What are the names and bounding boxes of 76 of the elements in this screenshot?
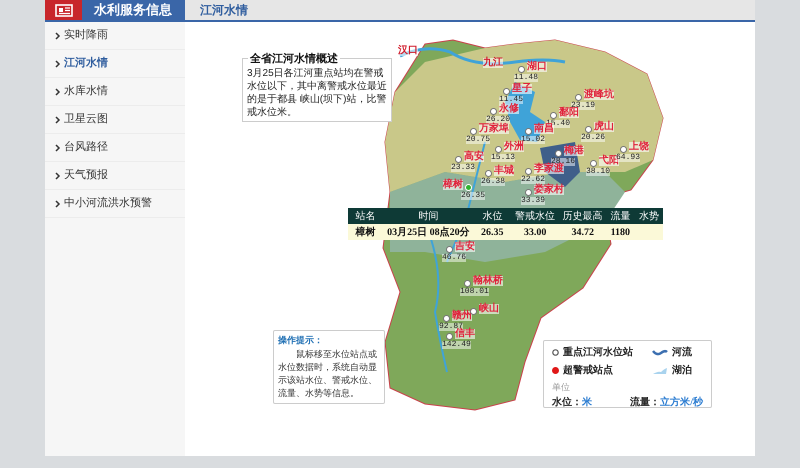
unit-value: 立方米/秒 (660, 395, 703, 410)
unit-label: 水位： (552, 396, 582, 410)
station-name[interactable]: 渡峰坑 (584, 90, 614, 100)
table-cell: 03月25日 08点20分 (383, 224, 474, 240)
table-cell: 26.35 (474, 224, 511, 240)
sidebar-item[interactable]: 台风路径 (45, 134, 185, 162)
sidebar-item[interactable]: 江河水情 (45, 50, 185, 78)
table-cell (634, 224, 663, 240)
chevron-icon (55, 60, 61, 68)
tip-text: 鼠标移至水位站点或水位数据时，系统自动显示该站水位、警戒水位、流量、水势等信息。 (278, 348, 378, 400)
chevron-icon (55, 144, 61, 152)
column-header: 流量 (606, 208, 634, 224)
station-name[interactable]: 弋阳 (599, 156, 619, 166)
station-name[interactable]: 南昌 (534, 124, 554, 134)
column-header: 时间 (383, 208, 474, 224)
chevron-icon (55, 200, 61, 208)
sidebar-item[interactable]: 实时降雨 (45, 22, 185, 50)
summary-text: 3月25日各江河重点站均在警戒水位以下，其中离警戒水位最近的是于都县 峡山(坝下)站，比警戒水位米。 (247, 67, 387, 119)
table-cell: 樟树 (348, 224, 384, 240)
legend-label: 超警戒站点 (563, 364, 613, 378)
legend-label: 河流 (672, 345, 692, 360)
table-cell: 34.72 (559, 224, 606, 240)
column-header: 水势 (634, 208, 663, 224)
sidebar-item[interactable]: 卫星云图 (45, 106, 185, 134)
section-tab[interactable]: 江河水情 (185, 0, 248, 20)
column-header: 站名 (348, 208, 384, 224)
water-level-value[interactable]: 20.75 (466, 136, 490, 144)
water-level-value[interactable]: 38.10 (586, 168, 610, 176)
sidebar-item[interactable]: 中小河流洪水预警 (45, 190, 185, 218)
unit-label: 流量： (630, 395, 660, 410)
station-name[interactable]: 永修 (499, 104, 519, 114)
legend-label: 重点江河水位站 (563, 346, 633, 360)
chevron-icon (55, 32, 61, 40)
station-name[interactable]: 湖口 (527, 62, 547, 72)
station-name[interactable]: 上饶 (629, 142, 649, 152)
station-marker[interactable] (470, 308, 477, 315)
water-level-value[interactable]: 15.13 (491, 154, 516, 162)
water-level-value[interactable]: 26.35 (461, 192, 486, 200)
hollow-circle-icon (552, 349, 559, 356)
water-level-value[interactable]: 142.49 (442, 341, 471, 349)
station-name[interactable]: 丰城 (494, 166, 514, 176)
water-level-value[interactable]: 11.48 (514, 74, 538, 82)
water-level-value[interactable]: 46.76 (442, 254, 466, 262)
station-name[interactable]: 高安 (464, 152, 484, 162)
unit-title: 单位 (552, 381, 571, 394)
place-label: 汉口 (398, 46, 418, 56)
water-level-value[interactable]: 22.62 (521, 176, 546, 184)
station-name[interactable]: 梅港 (564, 146, 584, 156)
sidebar-item[interactable]: 水库水情 (45, 78, 185, 106)
tip-title: 操作提示： (278, 334, 324, 347)
unit-value: 米 (582, 396, 592, 410)
chevron-icon (55, 88, 61, 96)
water-level-value[interactable]: 33.39 (521, 197, 546, 205)
legend-label: 湖泊 (672, 364, 692, 378)
column-header: 历史最高 (559, 208, 606, 224)
header-title: 水利服务信息 (82, 0, 185, 20)
station-name[interactable]: 万家埠 (479, 124, 509, 134)
table-cell: 1180 (606, 224, 634, 240)
place-label: 九江 (483, 58, 503, 68)
column-header: 水位 (474, 208, 511, 224)
station-name[interactable]: 鄱阳 (559, 108, 579, 118)
sidebar-item[interactable]: 天气预报 (45, 162, 185, 190)
river-icon (652, 348, 668, 356)
newspaper-icon (54, 4, 72, 16)
table-cell: 33.00 (510, 224, 560, 240)
dot-icon (552, 367, 559, 374)
water-level-value[interactable]: 20.26 (581, 134, 606, 142)
water-level-value[interactable]: 23.33 (451, 164, 476, 172)
chevron-icon (55, 172, 61, 180)
chevron-icon (55, 116, 61, 124)
water-level-value[interactable]: 26.38 (481, 178, 506, 186)
water-level-value[interactable]: 108.01 (460, 288, 489, 296)
station-name[interactable]: 虎山 (594, 122, 614, 132)
lake-icon (652, 366, 668, 374)
station-name[interactable]: 外洲 (504, 142, 524, 152)
column-header: 警戒水位 (510, 208, 560, 224)
